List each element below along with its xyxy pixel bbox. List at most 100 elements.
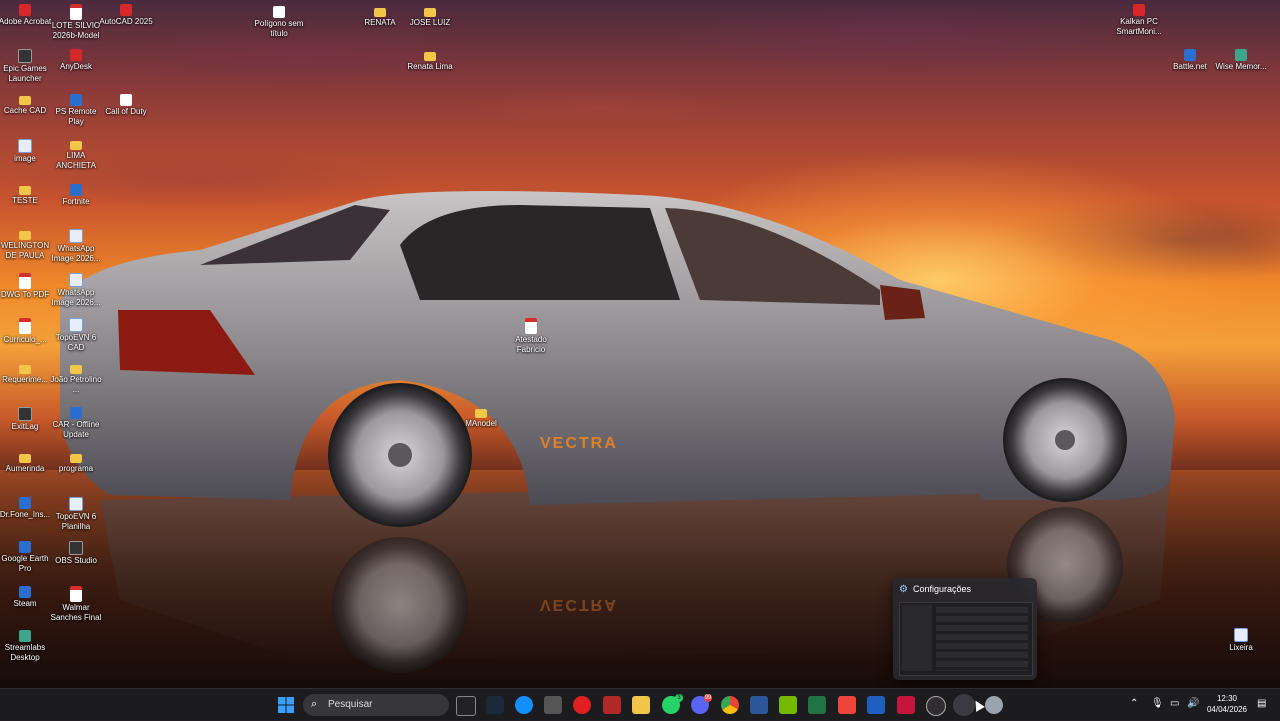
desktop-icon-aumerinda[interactable]: Aumerinda <box>0 452 52 474</box>
car-badge-reflection: VECTRA <box>540 596 618 613</box>
desktop-icon-manodel[interactable]: MAnodel <box>454 407 508 429</box>
desktop-icon-topoevn-planilha[interactable]: TopoEVN 6 Planilha <box>49 497 103 532</box>
desktop-icon-welington[interactable]: WELINGTON DE PAULA <box>0 229 52 261</box>
youtube-icon[interactable] <box>573 696 591 714</box>
gear-icon: ⚙ <box>899 584 908 595</box>
desktop-icon-teste[interactable]: TESTE <box>0 184 52 206</box>
desktop-icon-car-offline[interactable]: CAR - Offline Update <box>49 407 103 440</box>
desktop-icon-joao-petrolino[interactable]: João Petrolino ... <box>49 363 103 395</box>
drfone-icon <box>19 497 31 509</box>
excel-icon[interactable] <box>808 696 826 714</box>
desktop-icon-adobe-acrobat[interactable]: Adobe Acrobat <box>0 4 52 27</box>
folder-icon <box>374 8 386 17</box>
volume-icon[interactable]: 🔊 <box>1187 698 1199 709</box>
fortnite-icon <box>70 184 82 196</box>
topoevn-icon <box>69 318 83 332</box>
unity-icon[interactable] <box>544 696 562 714</box>
epic-icon[interactable] <box>456 696 476 716</box>
folder-icon <box>19 96 31 105</box>
display-icon[interactable]: ▭ <box>1170 698 1179 709</box>
chevron-up-icon[interactable]: ⌃ <box>1130 698 1138 709</box>
folder-icon <box>424 8 436 17</box>
nvidia-icon[interactable] <box>779 696 797 714</box>
clock[interactable]: 12:30 04/04/2026 <box>1202 693 1252 715</box>
desktop-icon-drfone[interactable]: Dr.Fone_Ins... <box>0 497 52 520</box>
taskbar-preview-settings[interactable]: ⚙ Configurações <box>893 578 1037 680</box>
desktop-icon-google-earth[interactable]: Google Earth Pro <box>0 541 52 574</box>
desktop-icon-anydesk[interactable]: AnyDesk <box>49 49 103 72</box>
desktop-icon-battlenet[interactable]: Battle.net <box>1163 49 1217 72</box>
chrome-icon[interactable] <box>721 696 739 714</box>
ps-remote-icon <box>70 94 82 106</box>
desktop-icon-streamlabs[interactable]: Streamlabs Desktop <box>0 630 52 663</box>
desktop-icon-epic-games[interactable]: Epic Games Launcher <box>0 49 52 84</box>
desktop-icon-whatsapp-image-2[interactable]: WhatsApp Image 2026... <box>49 273 103 308</box>
pdf-icon <box>19 318 31 334</box>
pdf-icon <box>70 586 82 602</box>
image-icon <box>18 139 32 153</box>
car-update-icon <box>70 407 82 419</box>
desktop-icon-fortnite[interactable]: Fortnite <box>49 184 103 207</box>
folder-icon <box>70 141 82 150</box>
start-button[interactable] <box>278 697 294 713</box>
microphone-icon[interactable]: 🎙 <box>1151 698 1164 709</box>
desktop-icon-lixeira[interactable]: Lixeira <box>1214 628 1268 653</box>
desktop-icon-steam[interactable]: Steam <box>0 586 52 609</box>
settings-icon[interactable] <box>955 696 973 714</box>
folder-icon <box>70 454 82 463</box>
desktop-icon-renata-lima[interactable]: Renata Lima <box>403 50 457 72</box>
folder-icon <box>70 365 82 374</box>
folder-icon <box>424 52 436 61</box>
desktop-icon-whatsapp-image-1[interactable]: WhatsApp Image 2026... <box>49 229 103 264</box>
desktop-icon-call-of-duty[interactable]: Call of Duty <box>99 94 153 117</box>
file-explorer-icon[interactable] <box>632 696 650 714</box>
car-wallpaper: VECTRA VECTRA <box>60 191 1175 673</box>
desktop-icon-kalkan[interactable]: Kalkan PC SmartMoni... <box>1112 4 1166 37</box>
desktop-icon-programa[interactable]: programa <box>49 452 103 474</box>
notification-icon[interactable]: ▤ <box>1257 698 1266 709</box>
desktop-icon-cache-cad[interactable]: Cache CAD <box>0 94 52 116</box>
desktop-icon-exitlag[interactable]: ExitLag <box>0 407 52 432</box>
desktop-icon-curriculo[interactable]: Curriculo_... <box>0 318 52 345</box>
streamlabs-icon <box>19 630 31 642</box>
preview-sidebar <box>902 605 932 671</box>
clock-time: 12:30 <box>1216 694 1238 703</box>
desktop-icon-obs[interactable]: OBS Studio <box>49 541 103 566</box>
desktop-icon-image[interactable]: image <box>0 139 52 164</box>
desktop-icon-atestado[interactable]: Atestado Fabricio <box>504 318 558 355</box>
desktop-icon-lote-silvio[interactable]: LOTE SILVIO 2026b-Model <box>49 4 103 41</box>
preview-title: Configurações <box>913 584 972 594</box>
word-icon[interactable] <box>750 696 768 714</box>
battlenet-icon[interactable] <box>515 696 533 714</box>
desktop-icon-renata[interactable]: RENATA <box>353 6 407 28</box>
ps-remote-icon[interactable] <box>867 696 885 714</box>
desktop-icon-poligono[interactable]: Polígono sem título <box>252 6 306 39</box>
network-icon[interactable] <box>985 696 1003 714</box>
whatsapp-badge: 3 <box>675 694 683 702</box>
desktop-icon-jose-luiz[interactable]: JOSE LUIZ <box>403 6 457 28</box>
folder-icon <box>19 454 31 463</box>
desktop-icon-lima-anchieta[interactable]: LIMA ANCHIETA <box>49 139 103 171</box>
acrobat-icon[interactable] <box>897 696 915 714</box>
anydesk-icon[interactable] <box>838 696 856 714</box>
obs-icon[interactable] <box>926 696 946 716</box>
folder-icon <box>19 231 31 240</box>
image-icon <box>69 229 83 243</box>
desktop-icon-dwg-to-pdf[interactable]: DWG To PDF <box>0 273 52 300</box>
desktop-icon-wise-memory[interactable]: Wise Memor... <box>1214 49 1268 72</box>
wifi-file-icon <box>273 6 285 18</box>
search-box[interactable]: ⌕ Pesquisar <box>303 694 449 716</box>
desktop-icon-walmar[interactable]: Walmar Sanches Final <box>49 586 103 623</box>
folder-icon <box>19 365 31 374</box>
preview-window-thumbnail[interactable] <box>899 602 1033 676</box>
desktop-icon-autocad[interactable]: AutoCAD 2025 <box>99 4 153 27</box>
desktop-icon-requerimento[interactable]: Requerime... <box>0 363 52 385</box>
desktop-icon-topoevn-cad[interactable]: TopoEVN 6 CAD <box>49 318 103 353</box>
desktop-icon-ps-remote[interactable]: PS Remote Play <box>49 94 103 127</box>
steam-icon[interactable] <box>486 696 504 714</box>
app-icon[interactable] <box>603 696 621 714</box>
topoevn-icon <box>69 497 83 511</box>
exitlag-icon <box>18 407 32 421</box>
epic-icon <box>18 49 32 63</box>
clock-date: 04/04/2026 <box>1206 705 1248 714</box>
